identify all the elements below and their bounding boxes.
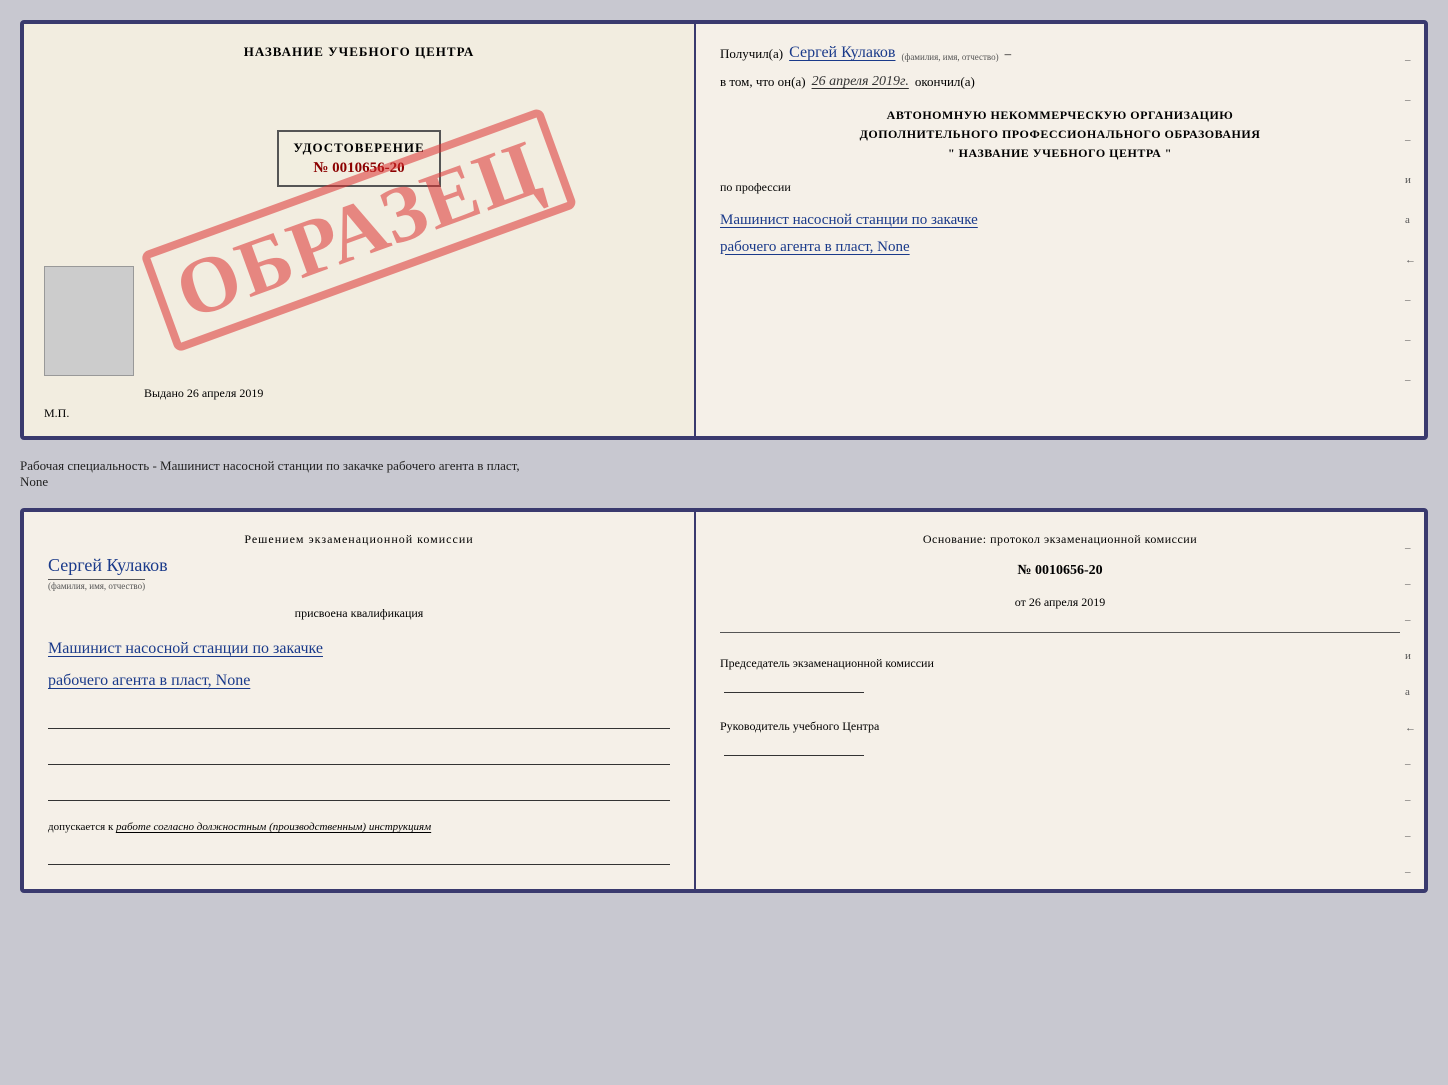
org-block: АВТОНОМНУЮ НЕКОММЕРЧЕСКУЮ ОРГАНИЗАЦИЮ ДО… [720,106,1400,164]
bottom-profession-block: Машинист насосной станции по закачке раб… [48,633,670,697]
date-label: в том, что он(а) [720,74,806,90]
middle-text: Рабочая специальность - Машинист насосно… [20,450,1428,498]
bottom-name: Сергей Кулаков [48,555,168,575]
bottom-document: Решением экзаменационной комиссии Сергей… [20,508,1428,893]
допускается-label: допускается к [48,821,113,833]
org-line1: АВТОНОМНУЮ НЕКОММЕРЧЕСКУЮ ОРГАНИЗАЦИЮ [720,106,1400,125]
right-dashes-bottom: – – – и а ← – – – – [1405,542,1416,878]
dash-separator: – [1005,46,1012,62]
bottom-name-hint: (фамилия, имя, отчество) [48,579,145,591]
middle-text-line2: None [20,474,48,489]
top-right-panel: Получил(а) Сергей Кулаков (фамилия, имя,… [696,24,1424,436]
org-line2: ДОПОЛНИТЕЛЬНОГО ПРОФЕССИОНАЛЬНОГО ОБРАЗО… [720,125,1400,144]
profession-label: по профессии [720,180,1400,195]
bottom-profession-line1: Машинист насосной станции по закачке [48,633,670,665]
recipient-hint: (фамилия, имя, отчество) [901,52,998,62]
protocol-number: № 0010656-20 [720,563,1400,579]
recipient-line: Получил(а) Сергей Кулаков (фамилия, имя,… [720,44,1400,62]
commission-title: Решением экзаменационной комиссии [48,532,670,547]
issued-label: Выдано [144,386,184,400]
recipient-name: Сергей Кулаков [789,44,895,62]
issued-date-value: 26 апреля 2019 [187,386,263,400]
osnov-title: Основание: протокол экзаменационной коми… [720,532,1400,547]
top-left-title: НАЗВАНИЕ УЧЕБНОГО ЦЕНТРА [244,44,475,60]
separator-line [720,632,1400,633]
chairman-label: Председатель экзаменационной комиссии [720,653,1400,675]
protocol-date: от 26 апреля 2019 [720,595,1400,610]
middle-text-line1: Рабочая специальность - Машинист насосно… [20,458,520,473]
photo-placeholder [44,266,134,376]
bottom-profession-line2: рабочего агента в пласт, None [48,665,670,697]
recipient-label: Получил(а) [720,46,783,62]
допускается-block: допускается к работе согласно должностны… [48,821,670,833]
chairman-sig-line [724,675,864,693]
cert-box: УДОСТОВЕРЕНИЕ № 0010656-20 [277,130,440,187]
protocol-date-value: 26 апреля 2019 [1029,595,1105,609]
допускается-text: работе согласно должностным (производств… [116,821,431,833]
page-wrapper: НАЗВАНИЕ УЧЕБНОГО ЦЕНТРА ОБРАЗЕЦ УДОСТОВ… [20,20,1428,893]
bottom-name-block: Сергей Кулаков (фамилия, имя, отчество) [48,555,670,594]
issued-date: Выдано 26 апреля 2019 [144,386,263,401]
finished-label: окончил(а) [915,74,975,90]
mp-label: М.П. [44,406,69,421]
org-line3: " НАЗВАНИЕ УЧЕБНОГО ЦЕНТРА " [720,144,1400,163]
blank-line-3 [48,781,670,801]
director-sig-line [724,738,864,756]
chairman-block: Председатель экзаменационной комиссии [720,653,1400,700]
cert-number: № 0010656-20 [293,160,424,177]
profession-handwritten-block: Машинист насосной станции по закачке раб… [720,207,1400,261]
profession-line2: рабочего агента в пласт, None [720,234,1400,261]
date-line: в том, что он(а) 26 апреля 2019г. окончи… [720,74,1400,90]
bottom-left-panel: Решением экзаменационной комиссии Сергей… [24,512,696,889]
top-left-panel: НАЗВАНИЕ УЧЕБНОГО ЦЕНТРА ОБРАЗЕЦ УДОСТОВ… [24,24,696,436]
kvali-text: присвоена квалификация [48,606,670,621]
cert-box-title: УДОСТОВЕРЕНИЕ [293,140,424,156]
blank-line-1 [48,709,670,729]
date-value: 26 апреля 2019г. [812,74,909,90]
profession-line1: Машинист насосной станции по закачке [720,207,1400,234]
blank-line-2 [48,745,670,765]
bottom-right-panel: Основание: протокол экзаменационной коми… [696,512,1424,889]
blank-line-4 [48,845,670,865]
right-dashes: – – – и а ← – – – [1405,54,1416,386]
director-label: Руководитель учебного Центра [720,716,1400,738]
protocol-date-prefix: от [1015,595,1026,609]
director-block: Руководитель учебного Центра [720,716,1400,763]
top-document: НАЗВАНИЕ УЧЕБНОГО ЦЕНТРА ОБРАЗЕЦ УДОСТОВ… [20,20,1428,440]
